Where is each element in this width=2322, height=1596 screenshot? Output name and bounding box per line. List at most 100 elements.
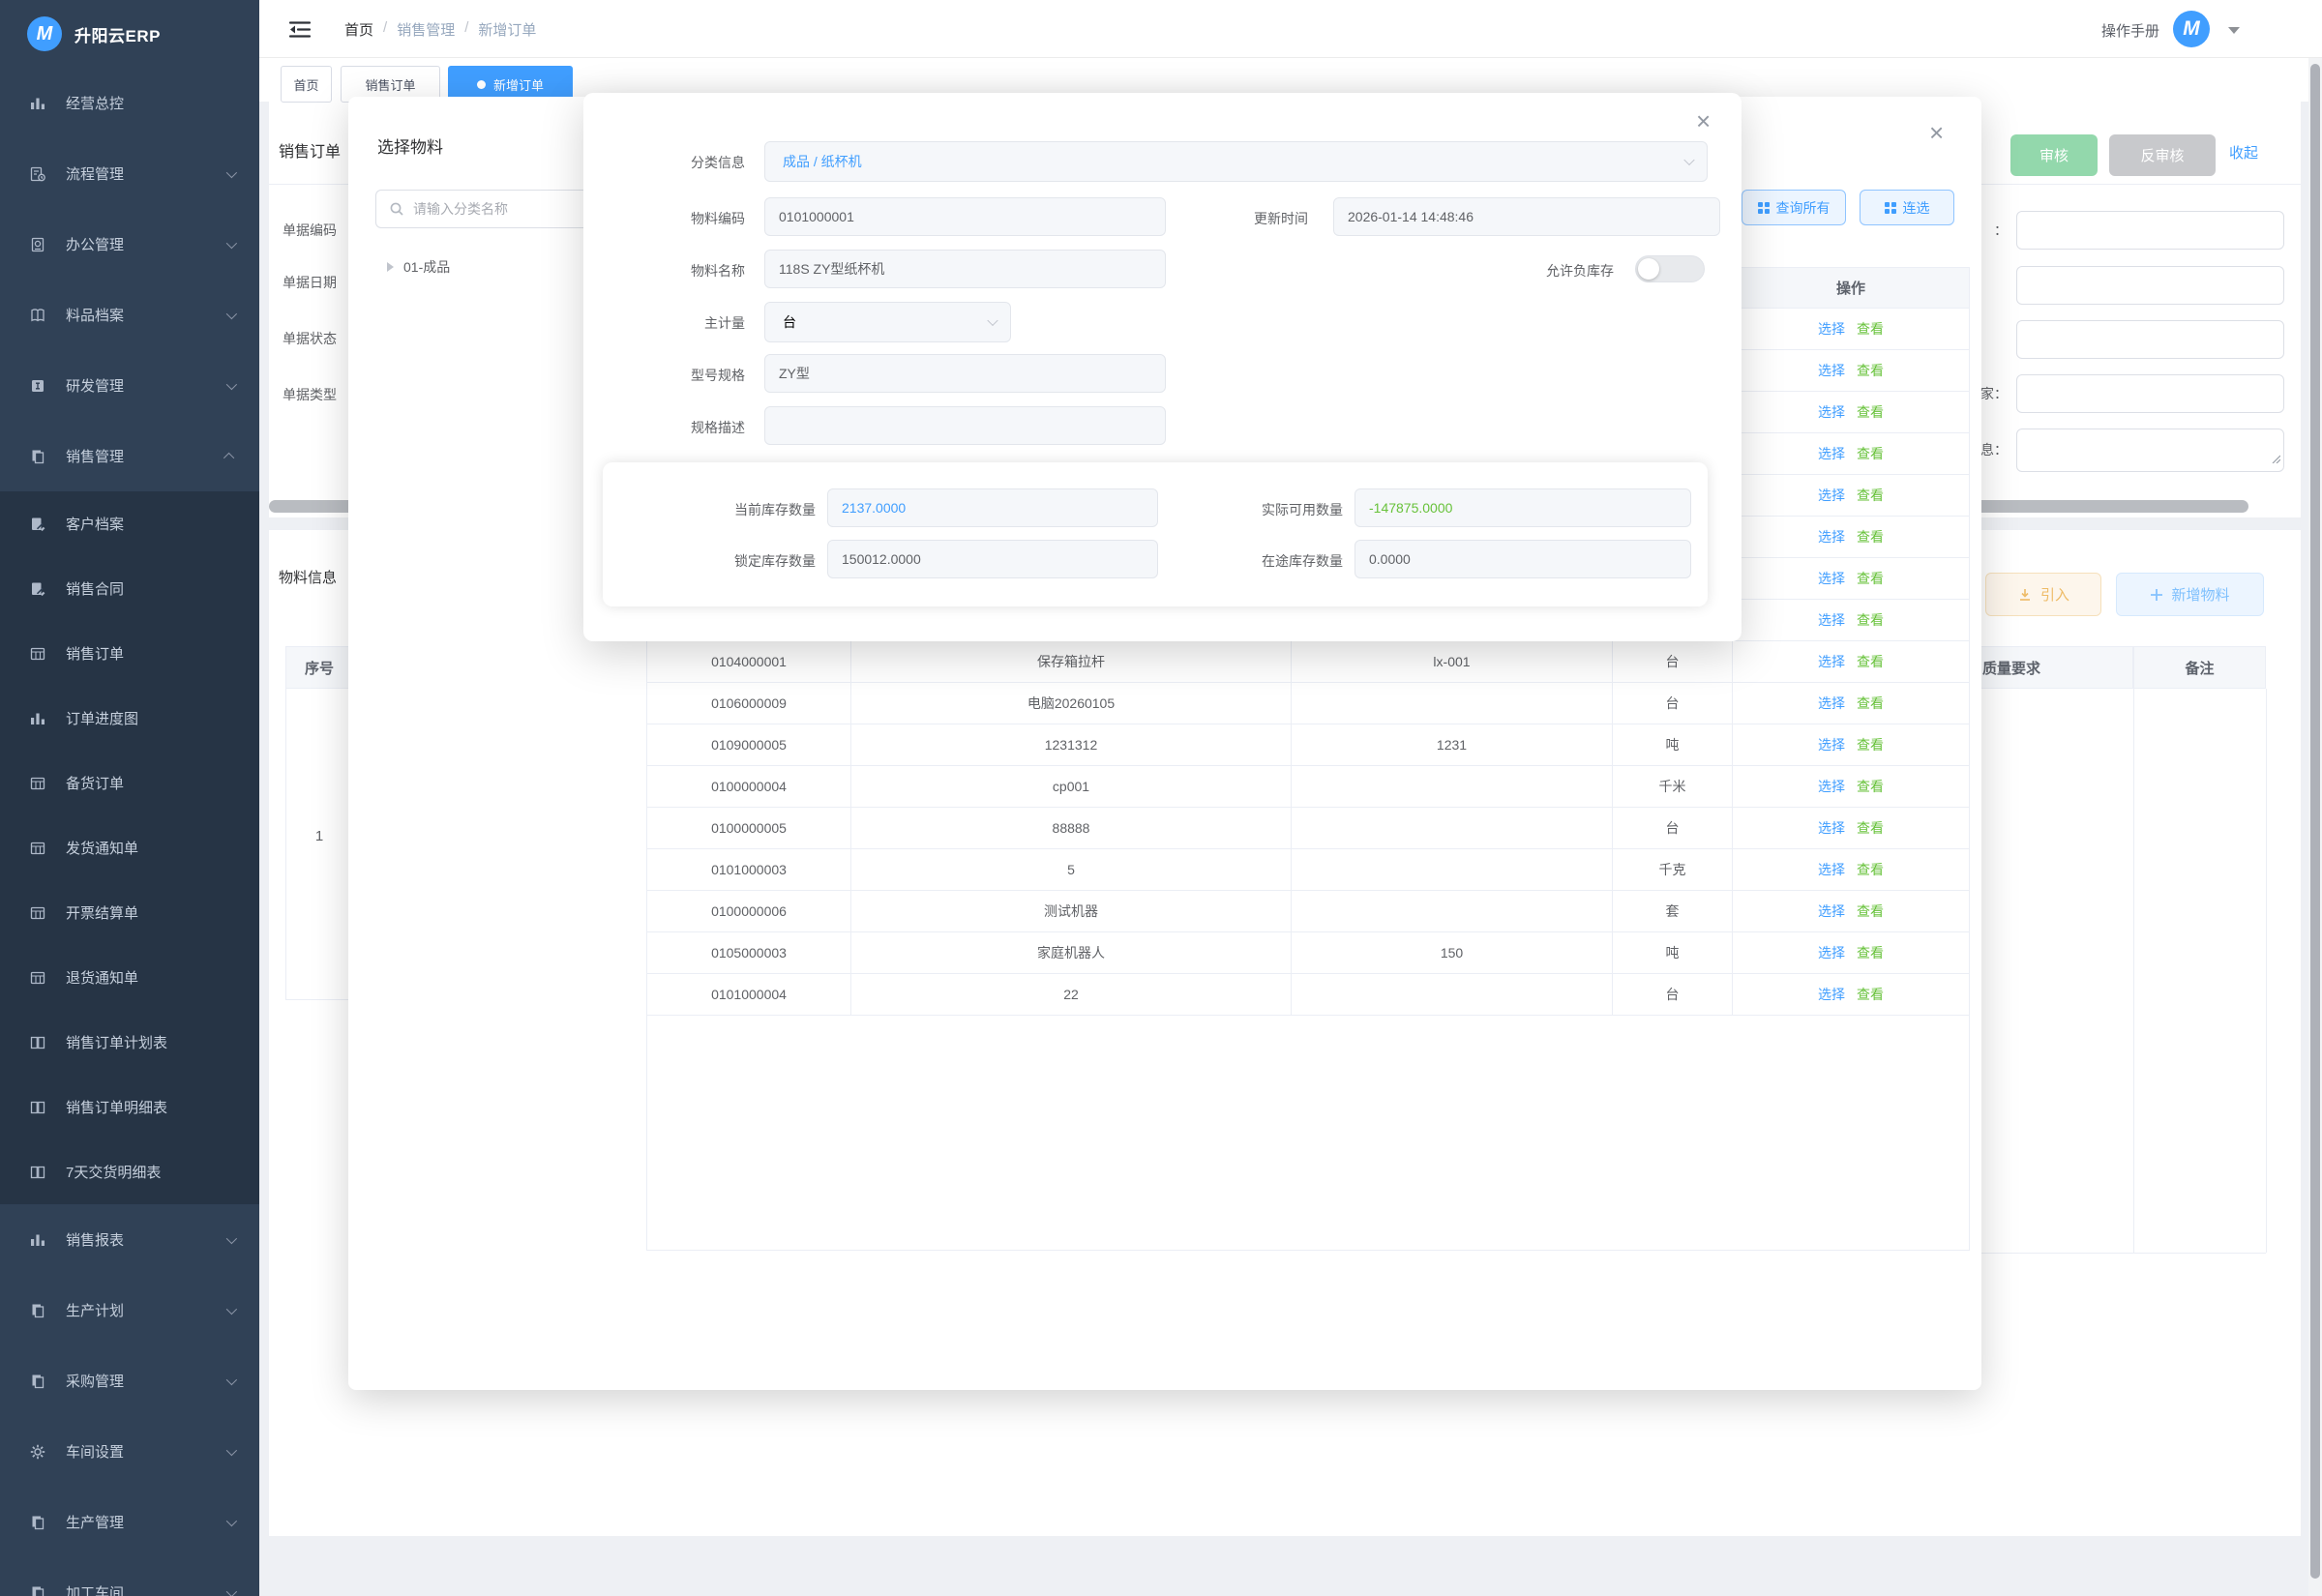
sidebar-item[interactable]: 生产管理 [0, 1487, 259, 1557]
transit-stock-label: 在途库存数量 [1183, 551, 1343, 571]
sidebar-item[interactable]: 销售订单明细表 [0, 1075, 259, 1139]
select-link[interactable]: 选择 [1818, 486, 1845, 505]
sidebar-item[interactable]: 研发管理 [0, 350, 259, 421]
sidebar-item[interactable]: 客户档案 [0, 491, 259, 556]
select-link[interactable]: 选择 [1818, 818, 1845, 838]
select-link[interactable]: 选择 [1818, 652, 1845, 671]
category-select[interactable]: 成品 / 纸杯机 [764, 141, 1708, 182]
category-search-input[interactable]: 请输入分类名称 [375, 190, 617, 228]
multi-select-button[interactable]: 连选 [1860, 190, 1954, 225]
code-input[interactable]: 0101000001 [764, 197, 1166, 236]
sidebar-item[interactable]: 办公管理 [0, 209, 259, 280]
unit-select[interactable]: 台 [764, 302, 1011, 342]
close-icon[interactable]: × [1696, 108, 1711, 133]
sidebar-item[interactable]: 加工车间 [0, 1557, 259, 1596]
breadcrumb-sales[interactable]: 销售管理 [397, 19, 455, 40]
select-link[interactable]: 选择 [1818, 777, 1845, 796]
sidebar-item[interactable]: 经营总控 [0, 68, 259, 138]
select-link[interactable]: 选择 [1818, 319, 1845, 339]
current-stock-input[interactable]: 2137.0000 [827, 488, 1158, 527]
sidebar-item[interactable]: 订单进度图 [0, 686, 259, 751]
breadcrumb-home[interactable]: 首页 [344, 19, 373, 40]
sidebar-item-label: 车间设置 [66, 1441, 124, 1462]
updated-input[interactable]: 2026-01-14 14:48:46 [1333, 197, 1720, 236]
view-link[interactable]: 查看 [1857, 652, 1884, 671]
model-input[interactable]: ZY型 [764, 354, 1166, 393]
view-link[interactable]: 查看 [1857, 818, 1884, 838]
tree-expand-caret-icon[interactable] [387, 262, 394, 272]
sidebar-item[interactable]: 车间设置 [0, 1416, 259, 1487]
tree-node-finished-goods[interactable]: 01-成品 [387, 257, 450, 277]
select-link[interactable]: 选择 [1818, 569, 1845, 588]
view-link[interactable]: 查看 [1857, 402, 1884, 422]
add-material-button[interactable]: 新增物料 [2116, 573, 2264, 616]
view-link[interactable]: 查看 [1857, 361, 1884, 380]
view-link[interactable]: 查看 [1857, 527, 1884, 547]
resize-handle-icon[interactable] [2271, 451, 2280, 468]
sidebar-item[interactable]: 7天交货明细表 [0, 1139, 259, 1204]
view-link[interactable]: 查看 [1857, 735, 1884, 754]
sidebar-item[interactable]: 采购管理 [0, 1345, 259, 1416]
select-link[interactable]: 选择 [1818, 735, 1845, 754]
sidebar-item[interactable]: 销售订单 [0, 621, 259, 686]
unaudit-button[interactable]: 反审核 [2109, 134, 2216, 176]
select-link[interactable]: 选择 [1818, 985, 1845, 1004]
sidebar-item[interactable]: 销售管理 [0, 421, 259, 491]
select-link[interactable]: 选择 [1818, 444, 1845, 463]
user-avatar[interactable]: M [2173, 11, 2210, 47]
view-link[interactable]: 查看 [1857, 901, 1884, 921]
sidebar-item[interactable]: 备货订单 [0, 751, 259, 815]
select-link[interactable]: 选择 [1818, 860, 1845, 879]
manual-link[interactable]: 操作手册 [2101, 20, 2159, 41]
sidebar-item[interactable]: 销售订单计划表 [0, 1010, 259, 1075]
view-link[interactable]: 查看 [1857, 486, 1884, 505]
sidebar-item[interactable]: 销售合同 [0, 556, 259, 621]
sidebar-item[interactable]: 开票结算单 [0, 880, 259, 945]
view-link[interactable]: 查看 [1857, 860, 1884, 879]
view-link[interactable]: 查看 [1857, 943, 1884, 962]
view-link[interactable]: 查看 [1857, 319, 1884, 339]
neg-stock-toggle[interactable] [1635, 255, 1705, 282]
view-link[interactable]: 查看 [1857, 444, 1884, 463]
form-input[interactable] [2016, 320, 2284, 359]
sidebar-item[interactable]: 退货通知单 [0, 945, 259, 1010]
select-link[interactable]: 选择 [1818, 402, 1845, 422]
sidebar-item[interactable]: 发货通知单 [0, 815, 259, 880]
user-menu-caret-icon[interactable] [2228, 27, 2240, 34]
close-icon[interactable]: × [1929, 120, 1944, 145]
sidebar-item[interactable]: 销售报表 [0, 1204, 259, 1275]
select-link[interactable]: 选择 [1818, 901, 1845, 921]
sidebar-fold-icon[interactable] [288, 20, 312, 44]
form-input[interactable] [2016, 211, 2284, 250]
app-logo[interactable]: M 升阳云ERP [0, 0, 259, 68]
form-textarea[interactable] [2016, 429, 2284, 472]
view-link[interactable]: 查看 [1857, 569, 1884, 588]
view-link[interactable]: 查看 [1857, 777, 1884, 796]
sidebar-item[interactable]: 生产计划 [0, 1275, 259, 1345]
sidebar-item[interactable]: 流程管理 [0, 138, 259, 209]
view-link[interactable]: 查看 [1857, 985, 1884, 1004]
vertical-scrollbar-track[interactable] [2308, 58, 2322, 1596]
select-link[interactable]: 选择 [1818, 527, 1845, 547]
view-link[interactable]: 查看 [1857, 610, 1884, 630]
spec-input[interactable] [764, 406, 1166, 445]
form-input[interactable] [2016, 374, 2284, 413]
select-link[interactable]: 选择 [1818, 610, 1845, 630]
view-link[interactable]: 查看 [1857, 694, 1884, 713]
vertical-scrollbar-thumb[interactable] [2310, 64, 2320, 1579]
import-button[interactable]: 引入 [1985, 573, 2101, 616]
form-input[interactable] [2016, 266, 2284, 305]
table-cell: 0104000001 [647, 641, 851, 683]
transit-stock-input[interactable]: 0.0000 [1354, 540, 1691, 578]
select-link[interactable]: 选择 [1818, 361, 1845, 380]
select-link[interactable]: 选择 [1818, 694, 1845, 713]
sidebar-item[interactable]: 料品档案 [0, 280, 259, 350]
tab-home[interactable]: 首页 [281, 66, 332, 103]
collapse-link[interactable]: 收起 [2229, 142, 2258, 163]
name-input[interactable]: 118S ZY型纸杯机 [764, 250, 1166, 288]
query-all-button[interactable]: 查询所有 [1742, 190, 1846, 225]
select-link[interactable]: 选择 [1818, 943, 1845, 962]
available-stock-input[interactable]: -147875.0000 [1354, 488, 1691, 527]
audit-button[interactable]: 审核 [2010, 134, 2098, 176]
locked-stock-input[interactable]: 150012.0000 [827, 540, 1158, 578]
